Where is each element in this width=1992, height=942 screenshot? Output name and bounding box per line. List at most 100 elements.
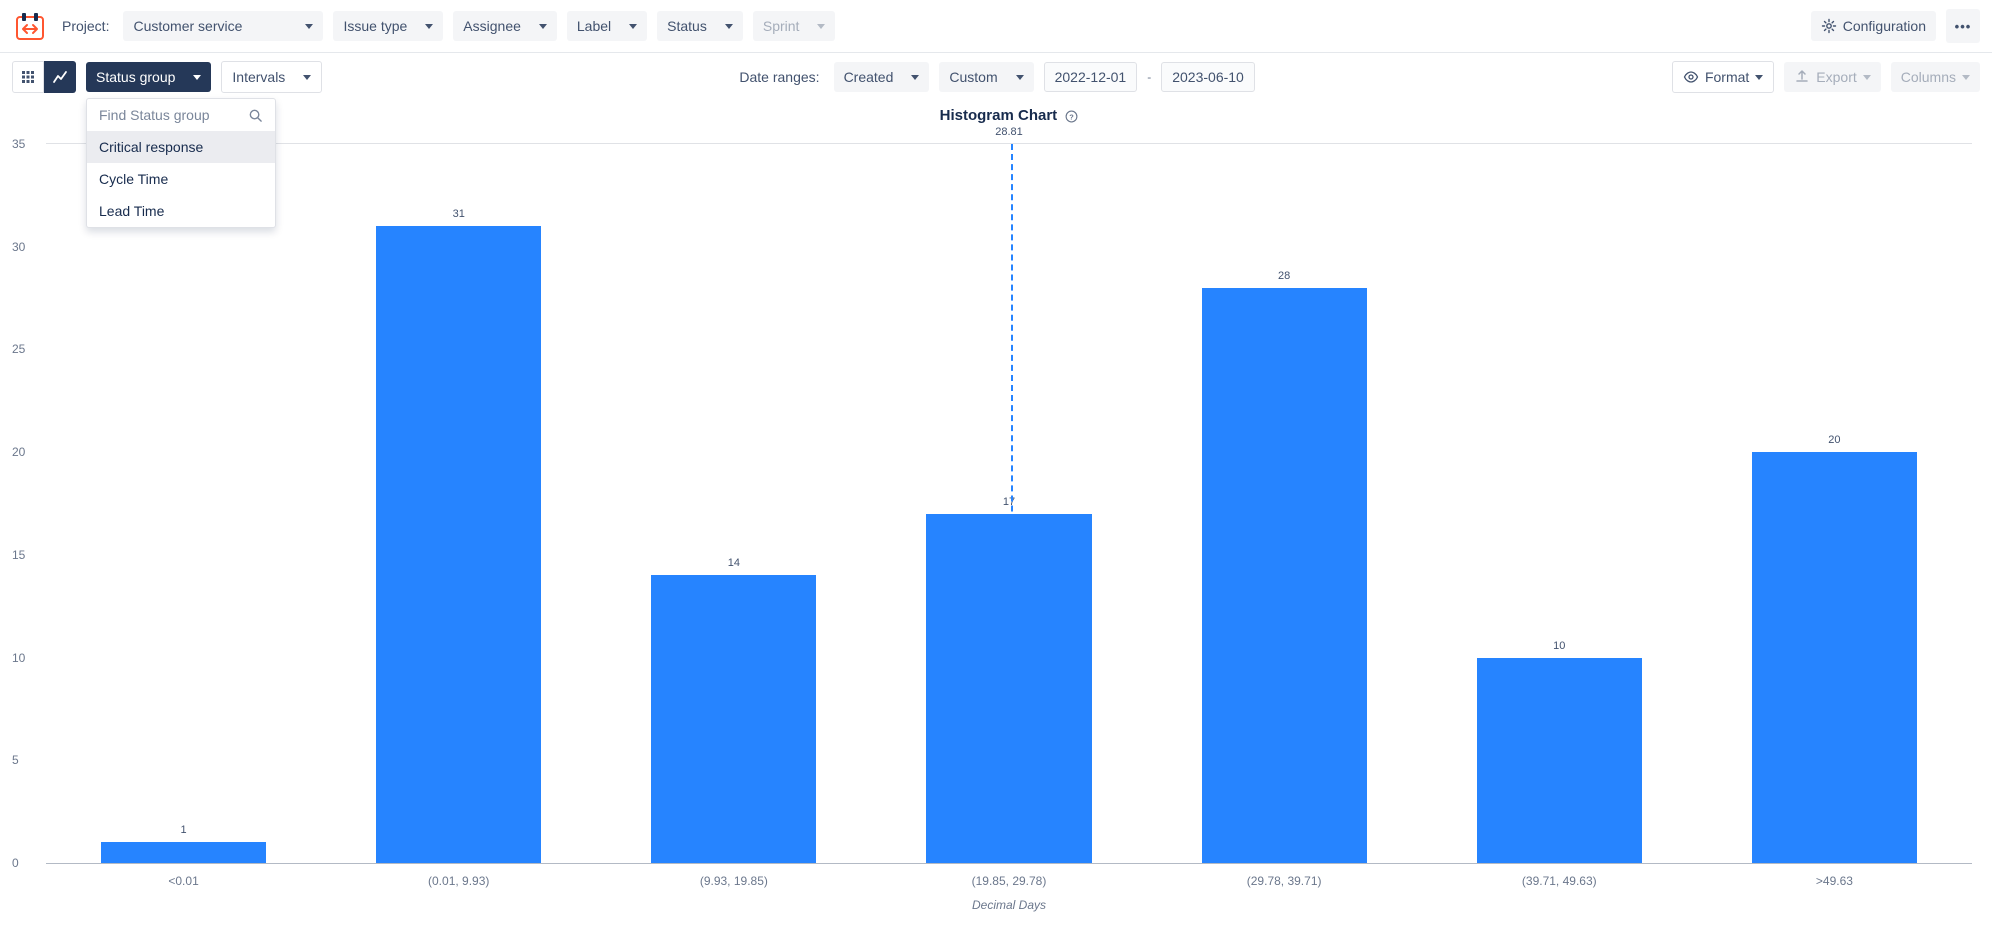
chart-x-tick: (19.85, 29.78) [871,874,1146,888]
view-toggle [12,61,76,93]
chart-bar-slot: 1 [46,144,321,863]
chart-bar[interactable]: 31 [376,226,541,863]
chevron-down-icon [1863,75,1871,80]
chevron-down-icon [305,24,313,29]
date-to-input[interactable]: 2023-06-10 [1161,62,1255,92]
export-icon [1794,69,1810,85]
format-button[interactable]: Format [1672,61,1774,93]
chevron-down-icon [725,24,733,29]
label-dropdown[interactable]: Label [567,11,647,41]
intervals-value: Intervals [232,69,285,85]
chart-y-tick: 20 [12,445,25,459]
chevron-down-icon [425,24,433,29]
label-dropdown-value: Label [577,18,611,34]
toolbar-right-group: Format Export Columns [1672,61,1980,93]
info-icon[interactable]: ? [1065,110,1078,123]
intervals-dropdown[interactable]: Intervals [221,61,322,93]
chevron-down-icon [1016,75,1024,80]
chevron-down-icon [303,75,311,80]
status-group-dropdown-wrap: Status group Find Status group Critical … [86,62,211,92]
chart-x-tick: >49.63 [1697,874,1972,888]
chart-bar-slot: 28 [1147,144,1422,863]
date-mode-value: Custom [949,69,997,85]
chart-bar-slot: 20 [1697,144,1972,863]
chart-bar-slot: 10 [1422,144,1697,863]
chart-icon [52,69,68,85]
chart-title-text: Histogram Chart [940,107,1058,124]
chart-x-tick: (9.93, 19.85) [596,874,871,888]
chevron-down-icon [1962,75,1970,80]
chart-y-tick: 30 [12,240,25,254]
top-filter-bar: Project: Customer service Issue type Ass… [0,0,1992,53]
app-logo [12,8,48,44]
status-group-menu-item[interactable]: Critical response [87,131,275,163]
chart-gridline [46,143,1972,144]
search-icon [248,108,263,123]
chevron-down-icon [817,24,825,29]
status-dropdown[interactable]: Status [657,11,743,41]
chart-bar-slot: 14 [596,144,871,863]
chart-bar[interactable]: 1 [101,842,266,863]
chart-y-tick: 5 [12,753,19,767]
assignee-dropdown[interactable]: Assignee [453,11,557,41]
chart-plot-area: 051015202530351311417281020 [46,144,1972,864]
chart-bar[interactable]: 28 [1202,288,1367,863]
project-label: Project: [62,18,109,34]
chart-x-tick: (29.78, 39.71) [1147,874,1422,888]
status-group-search[interactable]: Find Status group [87,99,275,131]
svg-text:?: ? [1070,112,1075,121]
chart-toolbar: Status group Find Status group Critical … [0,53,1992,101]
chart-bar-value: 10 [1553,640,1565,652]
chart-bar[interactable]: 20 [1752,452,1917,863]
grid-icon [20,69,36,85]
grid-view-button[interactable] [12,61,44,93]
more-button[interactable]: ••• [1946,9,1980,43]
date-basis-dropdown[interactable]: Created [834,62,930,92]
issue-type-dropdown[interactable]: Issue type [333,11,443,41]
chart-bar-value: 28 [1278,270,1290,282]
export-button: Export [1784,62,1880,92]
filter-group: Project: Customer service Issue type Ass… [62,11,1811,41]
columns-label: Columns [1901,69,1956,85]
project-dropdown-value: Customer service [133,18,242,34]
chart-bar-value: 17 [1003,496,1015,508]
status-group-dropdown[interactable]: Status group [86,62,211,92]
sprint-dropdown: Sprint [753,11,836,41]
status-group-value: Status group [96,69,175,85]
chevron-down-icon [911,75,919,80]
chart-x-label: Decimal Days [46,898,1972,912]
project-dropdown[interactable]: Customer service [123,11,323,41]
date-mode-dropdown[interactable]: Custom [939,62,1033,92]
chart-mean-label: 28.81 [46,126,1972,138]
chart-bar-value: 20 [1828,434,1840,446]
configuration-button[interactable]: Configuration [1811,11,1936,41]
date-range-separator: - [1147,70,1151,84]
chart-bar-slot: 31 [321,144,596,863]
chart-bar[interactable]: 14 [651,575,816,863]
status-group-menu-item[interactable]: Cycle Time [87,163,275,195]
histogram-chart: Histogram Chart ? 28.81 0510152025303513… [0,101,1992,932]
chart-y-tick: 10 [12,651,25,665]
chevron-down-icon [193,75,201,80]
chart-bar-slot: 17 [871,144,1146,863]
chart-x-ticks: <0.01(0.01, 9.93)(9.93, 19.85)(19.85, 29… [46,874,1972,888]
columns-button: Columns [1891,62,1980,92]
status-group-menu-item[interactable]: Lead Time [87,195,275,227]
date-from-input[interactable]: 2022-12-01 [1044,62,1138,92]
status-group-menu: Find Status group Critical response Cycl… [86,98,276,228]
chart-y-tick: 35 [12,137,25,151]
chart-mean-line [1011,144,1013,863]
issue-type-dropdown-value: Issue type [343,18,407,34]
chart-bar[interactable]: 17 [926,514,1091,863]
date-basis-value: Created [844,69,894,85]
assignee-dropdown-value: Assignee [463,18,521,34]
chart-title: Histogram Chart ? [46,107,1972,124]
date-range-group: Date ranges: Created Custom 2022-12-01 -… [739,62,1254,92]
chevron-down-icon [629,24,637,29]
chart-x-tick: (0.01, 9.93) [321,874,596,888]
chart-bars: 1 31 14 17 28 10 20 [46,144,1972,863]
chart-bar[interactable]: 10 [1477,658,1642,863]
export-label: Export [1816,69,1856,85]
top-right-group: Configuration ••• [1811,9,1980,43]
chart-view-button[interactable] [44,61,76,93]
